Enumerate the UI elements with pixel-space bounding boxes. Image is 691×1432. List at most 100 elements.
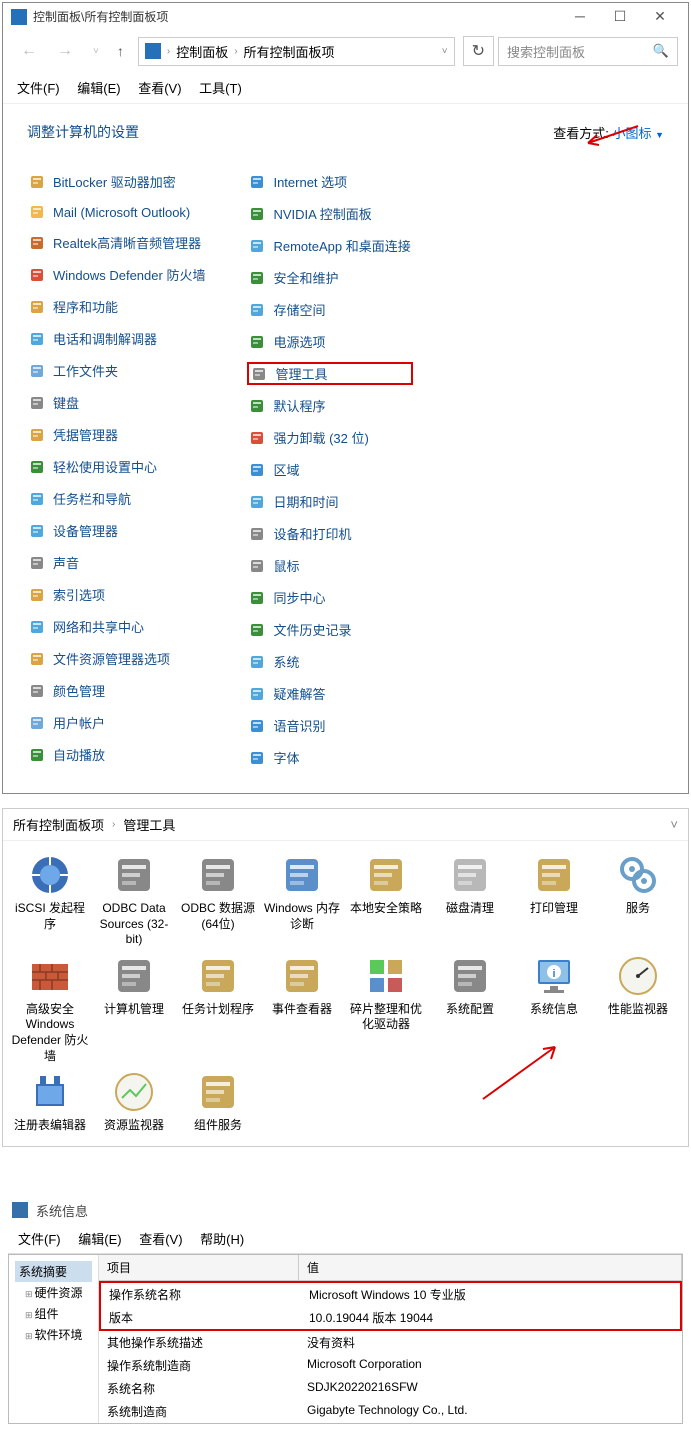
tool-eventvwr[interactable]: 事件查看器: [263, 954, 341, 1064]
tool-tasksched[interactable]: 任务计划程序: [179, 954, 257, 1064]
si-menu-edit[interactable]: 编辑(E): [78, 1232, 121, 1247]
cp-item-region[interactable]: 区域: [247, 458, 412, 481]
maximize-button[interactable]: ☐: [600, 8, 640, 25]
cp-item-nvidia[interactable]: NVIDIA 控制面板: [247, 202, 412, 225]
view-by-selector[interactable]: 查看方式: 小图标 ▼: [553, 123, 664, 142]
breadcrumb-part-1[interactable]: 控制面板: [176, 42, 228, 61]
table-row[interactable]: 其他操作系统描述没有资料: [99, 1331, 682, 1354]
hdr-value[interactable]: 值: [299, 1255, 682, 1280]
cp-item-realtek[interactable]: Realtek高清晰音频管理器: [27, 231, 207, 254]
tree-software[interactable]: ⊞软件环境: [15, 1324, 92, 1345]
tool-defrag[interactable]: 碎片整理和优化驱动器: [347, 954, 425, 1064]
tool-odbc64[interactable]: ODBC 数据源(64位): [179, 853, 257, 948]
history-dropdown[interactable]: ˅: [85, 42, 107, 61]
cp-item-speech[interactable]: 语音识别: [247, 714, 412, 737]
close-button[interactable]: ✕: [640, 8, 680, 25]
cp-item-label: 设备管理器: [53, 521, 118, 540]
cp-item-workfolders[interactable]: 工作文件夹: [27, 359, 207, 382]
back-button[interactable]: ←: [13, 38, 45, 64]
cp-item-troubleshoot[interactable]: 疑难解答: [247, 682, 412, 705]
table-row[interactable]: 系统制造商Gigabyte Technology Co., Ltd.: [99, 1400, 682, 1423]
tool-resmon[interactable]: 资源监视器: [95, 1070, 173, 1134]
cp-item-sync[interactable]: 同步中心: [247, 586, 412, 609]
cp-item-mouse[interactable]: 鼠标: [247, 554, 412, 577]
cp-item-datetime[interactable]: 日期和时间: [247, 490, 412, 513]
viewby-value[interactable]: 小图标: [612, 126, 651, 141]
tool-regedit[interactable]: 注册表编辑器: [11, 1070, 89, 1134]
cp-item-keyboard[interactable]: 键盘: [27, 391, 207, 414]
cp-item-bitlocker[interactable]: BitLocker 驱动器加密: [27, 170, 207, 193]
menu-edit[interactable]: 编辑(E): [77, 81, 120, 96]
cp-item-label: 文件历史记录: [273, 620, 351, 639]
cp-item-color[interactable]: 颜色管理: [27, 679, 207, 702]
cp-item-label: 系统: [273, 652, 299, 671]
cp-item-credmgr[interactable]: 凭据管理器: [27, 423, 207, 446]
forward-button[interactable]: →: [49, 38, 81, 64]
table-row[interactable]: 版本10.0.19044 版本 19044: [101, 1306, 680, 1329]
tool-advfirewall[interactable]: 高级安全 Windows Defender 防火墙: [11, 954, 89, 1064]
breadcrumb2-part-1[interactable]: 所有控制面板项: [13, 815, 104, 834]
cp-item-mail[interactable]: Mail (Microsoft Outlook): [27, 202, 207, 222]
table-row[interactable]: 操作系统制造商Microsoft Corporation: [99, 1354, 682, 1377]
menu-view[interactable]: 查看(V): [138, 81, 181, 96]
cp-item-indexing[interactable]: 索引选项: [27, 583, 207, 606]
cp-item-fonts[interactable]: 字体: [247, 746, 412, 769]
si-menu-help[interactable]: 帮助(H): [200, 1232, 244, 1247]
table-row[interactable]: 系统名称SDJK20220216SFW: [99, 1377, 682, 1400]
cp-item-power[interactable]: 电源选项: [247, 330, 412, 353]
cp-item-filehistory[interactable]: 文件历史记录: [247, 618, 412, 641]
cp-item-admintools[interactable]: 管理工具: [247, 362, 412, 385]
cp-item-sound[interactable]: 声音: [27, 551, 207, 574]
cp-item-users[interactable]: 用户帐户: [27, 711, 207, 734]
cp-item-remoteapp[interactable]: RemoteApp 和桌面连接: [247, 234, 412, 257]
up-button[interactable]: ↑: [111, 39, 130, 63]
hdr-item[interactable]: 项目: [99, 1255, 299, 1280]
tool-msconfig[interactable]: 系统配置: [431, 954, 509, 1064]
cp-item-programs[interactable]: 程序和功能: [27, 295, 207, 318]
cp-item-devmgr[interactable]: 设备管理器: [27, 519, 207, 542]
cp-item-phone[interactable]: 电话和调制解调器: [27, 327, 207, 350]
cp-item-devprint[interactable]: 设备和打印机: [247, 522, 412, 545]
menu-file[interactable]: 文件(F): [17, 81, 60, 96]
cp-item-storage[interactable]: 存储空间: [247, 298, 412, 321]
tool-sysinfo[interactable]: i系统信息: [515, 954, 593, 1064]
tree-root[interactable]: 系统摘要: [15, 1261, 92, 1282]
tree-components[interactable]: ⊞组件: [15, 1303, 92, 1324]
breadcrumb2-part-2[interactable]: 管理工具: [123, 815, 175, 834]
menu-tools[interactable]: 工具(T): [199, 81, 242, 96]
tool-printmgmt[interactable]: 打印管理: [515, 853, 593, 948]
cp-item-autoplay[interactable]: 自动播放: [27, 743, 207, 766]
tool-diskcleanup[interactable]: 磁盘清理: [431, 853, 509, 948]
cp-item-defender[interactable]: Windows Defender 防火墙: [27, 263, 207, 286]
cp-item-system[interactable]: 系统: [247, 650, 412, 673]
search-box[interactable]: 搜索控制面板 🔍: [498, 37, 678, 66]
cp-item-security[interactable]: 安全和维护: [247, 266, 412, 289]
tool-iscsi[interactable]: iSCSI 发起程序: [11, 853, 89, 948]
tool-odbc32[interactable]: ODBC Data Sources (32-bit): [95, 853, 173, 948]
si-menu-file[interactable]: 文件(F): [18, 1232, 61, 1247]
refresh-button[interactable]: ↻: [463, 36, 494, 66]
cp-item-explorer[interactable]: 文件资源管理器选项: [27, 647, 207, 670]
chevron-down-icon[interactable]: ˅: [442, 46, 448, 57]
tool-memdiag[interactable]: Windows 内存诊断: [263, 853, 341, 948]
expand-button[interactable]: ˅: [670, 817, 678, 832]
cp-item-taskbar[interactable]: 任务栏和导航: [27, 487, 207, 510]
table-row[interactable]: 操作系统名称Microsoft Windows 10 专业版: [101, 1283, 680, 1306]
minimize-button[interactable]: ─: [560, 8, 600, 25]
tool-compsvc[interactable]: 组件服务: [179, 1070, 257, 1134]
si-menu-view[interactable]: 查看(V): [139, 1232, 182, 1247]
cp-item-defaults[interactable]: 默认程序: [247, 394, 412, 417]
breadcrumb-part-2[interactable]: 所有控制面板项: [244, 42, 335, 61]
cp-item-ease[interactable]: 轻松使用设置中心: [27, 455, 207, 478]
tool-localsec[interactable]: 本地安全策略: [347, 853, 425, 948]
cp-item-internet[interactable]: Internet 选项: [247, 170, 412, 193]
color-icon: [29, 683, 45, 699]
printmgmt-icon: [532, 853, 576, 897]
cp-item-network[interactable]: 网络和共享中心: [27, 615, 207, 638]
tool-perfmon[interactable]: 性能监视器: [599, 954, 677, 1064]
breadcrumb[interactable]: › 控制面板 › 所有控制面板项 ˅: [138, 37, 455, 66]
tool-compmgmt[interactable]: 计算机管理: [95, 954, 173, 1064]
tree-hardware[interactable]: ⊞硬件资源: [15, 1282, 92, 1303]
tool-services[interactable]: 服务: [599, 853, 677, 948]
cp-item-forceuninstall[interactable]: 强力卸载 (32 位): [247, 426, 412, 449]
